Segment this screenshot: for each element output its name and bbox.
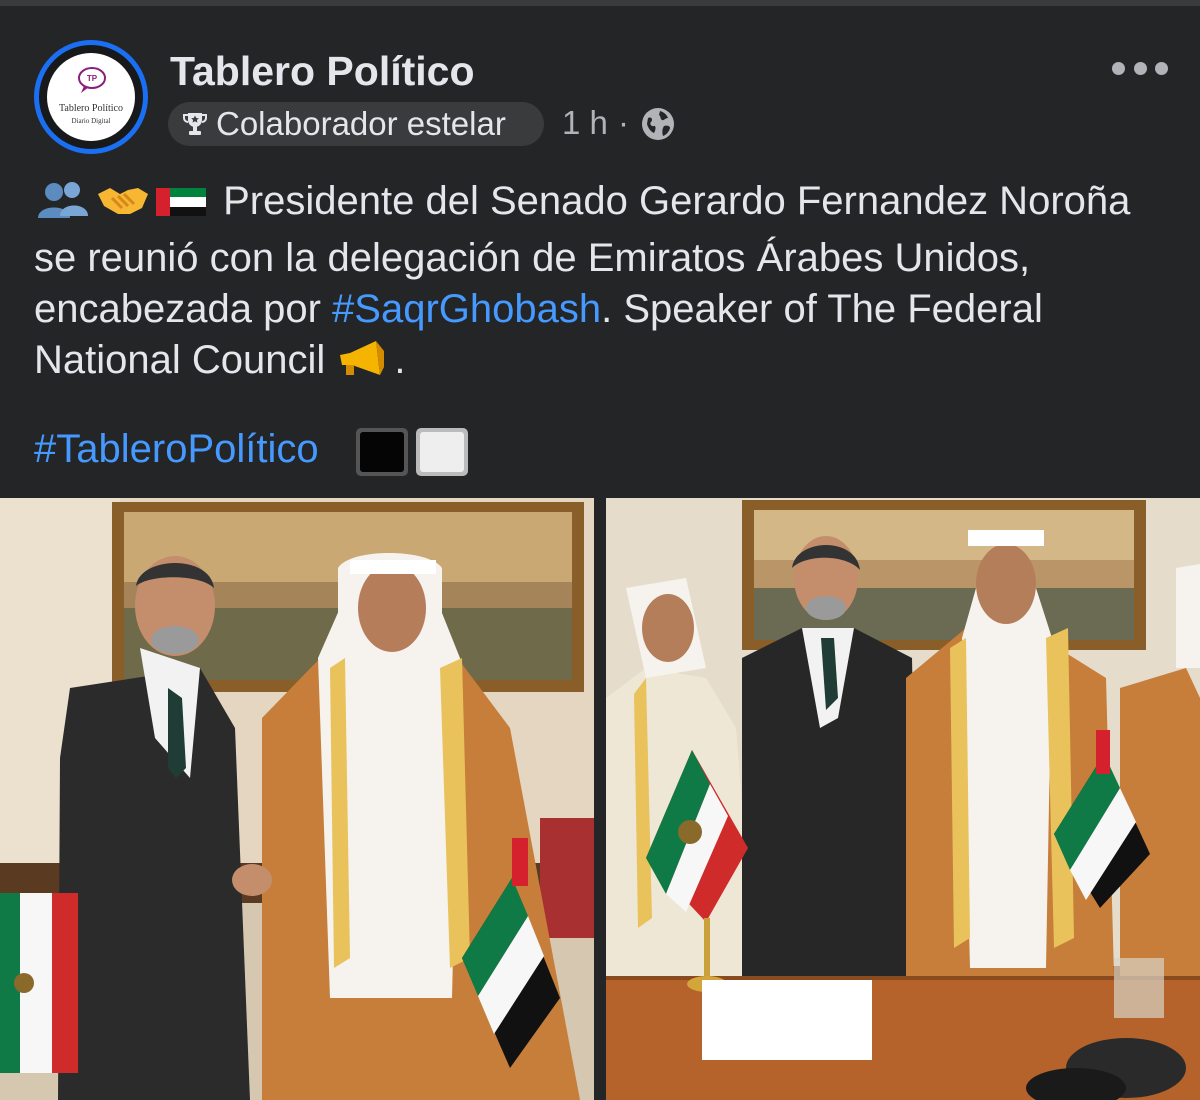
- avatar-name: Tablero Político: [58, 103, 123, 114]
- black-white-squares-icon: [356, 428, 468, 476]
- top-divider: [0, 0, 1200, 6]
- page-avatar[interactable]: TP Tablero Político Diario Digital: [34, 40, 148, 154]
- post-body-end: .: [394, 338, 406, 382]
- post-timestamp[interactable]: 1 h: [562, 104, 608, 142]
- svg-text:TP: TP: [87, 74, 98, 83]
- separator-dot: ·: [618, 104, 629, 141]
- handshake-emoji-icon: [96, 180, 150, 233]
- top-contributor-badge[interactable]: Colaborador estelar: [168, 102, 544, 146]
- post-photo-1[interactable]: [0, 498, 594, 1100]
- more-options-icon[interactable]: [1112, 58, 1168, 78]
- page-name-link[interactable]: Tablero Político: [170, 48, 475, 95]
- badge-label: Colaborador estelar: [216, 105, 506, 142]
- post-text: Presidente del Senado Gerardo Fernandez …: [34, 176, 1174, 392]
- megaphone-emoji-icon: [336, 339, 388, 392]
- uae-flag-emoji-icon: [156, 182, 206, 233]
- post-photo-2[interactable]: [606, 498, 1200, 1100]
- trophy-icon: [183, 113, 207, 135]
- globe-icon[interactable]: [640, 106, 676, 142]
- avatar-subtitle: Diario Digital: [71, 117, 111, 125]
- hashtag-link-tablero[interactable]: #TableroPolítico: [34, 424, 319, 475]
- photo-grid: [0, 498, 1200, 1100]
- people-emoji-icon: [34, 180, 90, 233]
- hashtag-link-saqr[interactable]: #SaqrGhobash: [332, 287, 601, 331]
- chat-bubble-logo-icon: TP: [78, 67, 106, 93]
- post-header: TP Tablero Político Diario Digital Table…: [0, 30, 1200, 160]
